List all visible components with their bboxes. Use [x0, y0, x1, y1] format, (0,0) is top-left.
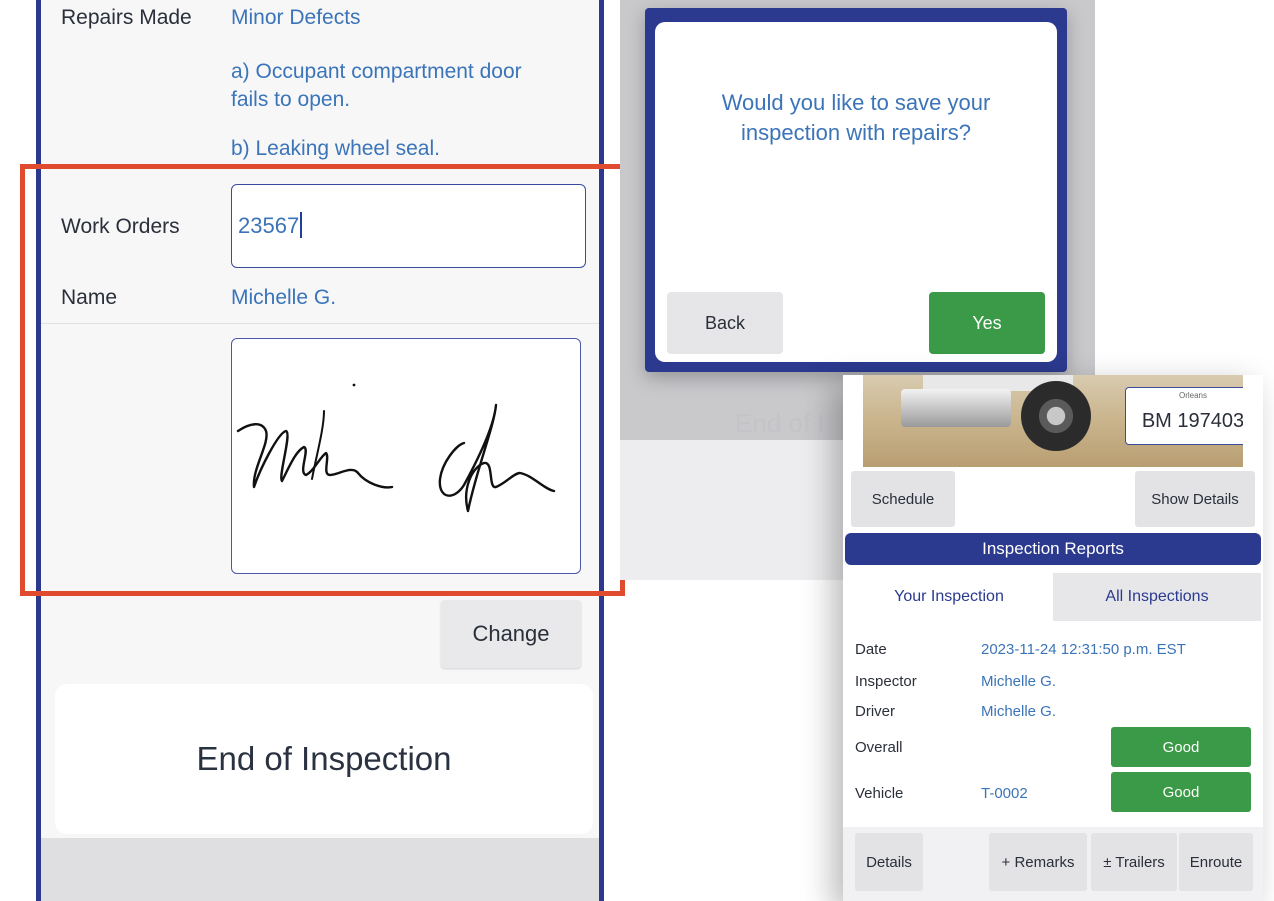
defect-b: b) Leaking wheel seal.	[231, 137, 440, 160]
section-title: Inspection Reports	[845, 533, 1261, 565]
name-label: Name	[61, 286, 118, 309]
signature-drawing	[236, 383, 556, 513]
text-cursor	[300, 212, 303, 238]
background-end-text: End of I	[735, 408, 825, 438]
work-orders-input[interactable]: 23567	[231, 184, 586, 268]
tab-all-inspections[interactable]: All Inspections	[1053, 573, 1261, 621]
enroute-button[interactable]: Enroute	[1179, 833, 1253, 891]
driver-label: Driver	[855, 703, 895, 720]
work-orders-value: 23567	[238, 213, 300, 238]
inspection-report-card: Orleans BM 197403 Schedule Show Details …	[843, 375, 1263, 901]
inspector-value: Michelle G.	[981, 673, 1057, 690]
work-orders-label: Work Orders	[61, 215, 180, 238]
dialog-body: Would you like to save your inspection w…	[655, 22, 1057, 362]
show-details-button[interactable]: Show Details	[1135, 471, 1255, 527]
dialog-message: Would you like to save your inspection w…	[721, 90, 991, 145]
vehicle-label: Vehicle	[855, 785, 904, 802]
inspection-form-panel: Repairs Made Minor Defects a) Occupant c…	[36, 0, 604, 901]
defect-a: a) Occupant compartment door fails to op…	[231, 60, 522, 111]
save-inspection-dialog: Would you like to save your inspection w…	[645, 8, 1067, 372]
signature-pad[interactable]	[231, 338, 581, 574]
truck-bumper	[901, 389, 1011, 427]
end-of-inspection-card: End of Inspection	[55, 684, 593, 834]
overall-label: Overall	[855, 739, 903, 756]
back-button[interactable]: Back	[667, 292, 783, 354]
trailers-button[interactable]: ± Trailers	[1091, 833, 1177, 891]
plate-number: BM 197403	[1141, 410, 1243, 432]
plate-label: Orleans	[1178, 391, 1207, 400]
tab-your-inspection[interactable]: Your Inspection	[845, 573, 1053, 621]
overall-status-badge: Good	[1111, 727, 1251, 767]
date-value: 2023-11-24 12:31:50 p.m. EST	[981, 641, 1186, 658]
bottom-area	[41, 838, 599, 901]
vehicle-status-badge: Good	[1111, 772, 1251, 812]
yes-button[interactable]: Yes	[929, 292, 1045, 354]
truck-photo: Orleans BM 197403	[863, 375, 1243, 467]
vehicle-value[interactable]: T-0002	[981, 785, 1028, 802]
details-button[interactable]: Details	[855, 833, 923, 891]
name-value: Michelle G.	[231, 286, 337, 309]
driver-value: Michelle G.	[981, 703, 1057, 720]
license-plate: Orleans BM 197403	[1125, 387, 1243, 445]
schedule-button[interactable]: Schedule	[851, 471, 955, 527]
repairs-made-label: Repairs Made	[61, 6, 192, 29]
end-of-inspection-title: End of Inspection	[196, 740, 452, 777]
change-signature-button[interactable]: Change	[441, 600, 581, 668]
divider	[41, 323, 599, 324]
remarks-button[interactable]: + Remarks	[989, 833, 1087, 891]
backdrop-lower	[620, 440, 850, 580]
truck-tire	[1021, 381, 1091, 451]
inspector-label: Inspector	[855, 673, 917, 690]
repairs-made-value: Minor Defects	[231, 6, 361, 29]
date-label: Date	[855, 641, 887, 658]
